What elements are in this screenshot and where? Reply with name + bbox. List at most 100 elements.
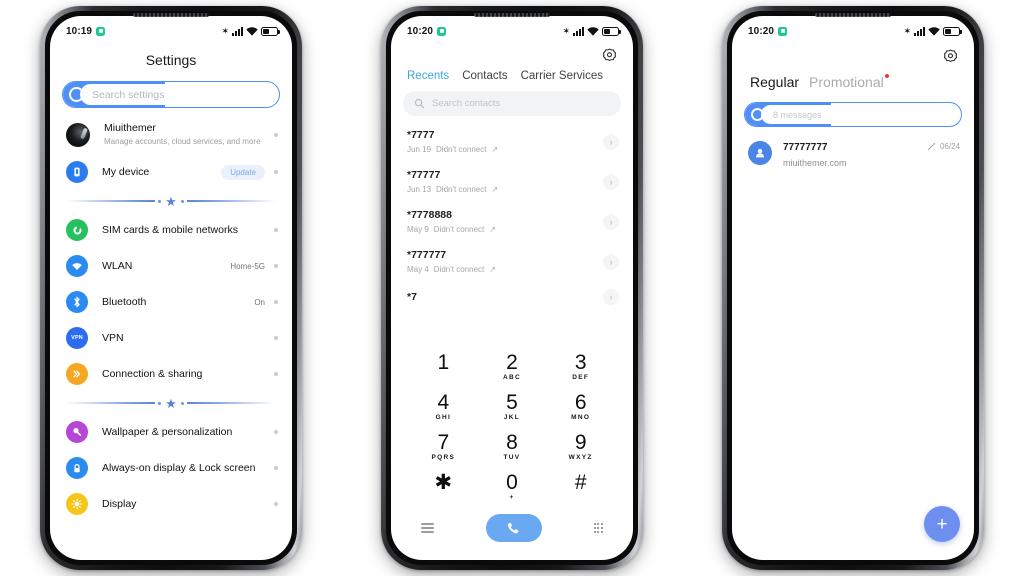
bluetooth-icon: ✶ <box>903 25 911 36</box>
messages-tabs: Regular Promotional <box>732 64 974 90</box>
settings-button[interactable] <box>391 40 633 63</box>
sidebar-item-connection-sharing[interactable]: Connection & sharing <box>50 356 292 392</box>
phone-device-settings: 10:19 ✶ Settings Search settings Miuithe… <box>40 6 302 570</box>
phone-device-dialer: 10:20 ✶ Recents Contacts Carrier Service… <box>381 6 643 570</box>
tab-recents[interactable]: Recents <box>407 70 449 82</box>
search-input[interactable]: 8 messages <box>744 102 962 127</box>
sidebar-item-sim-cards[interactable]: SIM cards & mobile networks <box>50 212 292 248</box>
item-label: My device <box>102 165 150 178</box>
gear-icon <box>602 48 617 61</box>
search-icon <box>414 98 425 109</box>
lock-icon <box>66 457 88 479</box>
dialpad-key-6[interactable]: 6 MNO <box>546 388 615 426</box>
chevron-right-icon[interactable]: › <box>603 134 619 150</box>
key-letters: ABC <box>503 374 521 381</box>
settings-button[interactable] <box>732 40 974 64</box>
call-button[interactable] <box>485 514 542 542</box>
update-badge[interactable]: Update <box>221 164 265 180</box>
call-log-row[interactable]: *7 › <box>391 282 633 312</box>
key-letters: JKL <box>503 414 521 421</box>
item-value: On <box>254 297 265 307</box>
dialpad-key-9[interactable]: 9 WXYZ <box>546 428 615 466</box>
outgoing-arrow-icon: ↗ <box>489 265 496 274</box>
item-text: SIM cards & mobile networks <box>102 224 274 237</box>
dialpad: 1 2 ABC 3 DEF 4 GHI 5 JKL 6 MNO 7 PQRS 8… <box>391 348 633 506</box>
status-bar-right: ✶ <box>221 26 280 36</box>
dialpad-key-hash[interactable]: # <box>546 468 615 506</box>
key-digit: 6 <box>574 391 587 414</box>
dialpad-key-8[interactable]: 8 TUV <box>478 428 547 466</box>
chevron-dot-icon <box>274 336 278 340</box>
status-bar-left: 10:20 <box>407 26 447 37</box>
dialpad-key-2[interactable]: 2 ABC <box>478 348 547 386</box>
battery-icon <box>943 26 962 36</box>
search-circle-icon <box>69 87 84 102</box>
hamburger-menu-icon[interactable] <box>421 521 434 535</box>
thread-text: 77777777 miuithemer.com <box>783 141 927 169</box>
connection-sharing-icon <box>66 363 88 385</box>
chevron-dot-icon <box>274 502 278 506</box>
chevron-dot-icon <box>274 228 278 232</box>
dialpad-key-7[interactable]: 7 PQRS <box>409 428 478 466</box>
person-avatar-icon <box>748 141 772 165</box>
item-label: SIM cards & mobile networks <box>102 223 238 236</box>
dialpad-key-5[interactable]: 5 JKL <box>478 388 547 426</box>
sidebar-item-wlan[interactable]: WLAN Home-5G <box>50 248 292 284</box>
account-avatar <box>66 122 90 147</box>
battery-icon <box>261 26 280 36</box>
key-letters: MNO <box>571 414 591 421</box>
sidebar-item-vpn[interactable]: VPN VPN <box>50 320 292 356</box>
chevron-right-icon[interactable]: › <box>603 254 619 270</box>
unread-badge-dot <box>884 74 889 78</box>
item-label: VPN <box>102 331 124 344</box>
search-input[interactable]: Search contacts <box>403 91 621 116</box>
chevron-right-icon[interactable]: › <box>603 289 619 305</box>
item-text: My device <box>102 166 221 179</box>
sidebar-item-my-device[interactable]: My device Update <box>50 154 292 190</box>
earpiece-speaker <box>474 13 550 17</box>
item-sublabel: Manage accounts, cloud services, and mor… <box>104 137 261 146</box>
sidebar-item-miuithemer[interactable]: Miuithemer Manage accounts, cloud servic… <box>50 115 292 154</box>
message-thread-row[interactable]: 77777777 miuithemer.com 06/24 <box>732 127 974 169</box>
new-message-fab[interactable]: + <box>924 506 960 542</box>
thread-preview: miuithemer.com <box>783 158 847 168</box>
dialpad-key-0[interactable]: 0 + <box>478 468 547 506</box>
sidebar-item-wallpaper[interactable]: Wallpaper & personalization <box>50 414 292 450</box>
sidebar-item-bluetooth[interactable]: Bluetooth On <box>50 284 292 320</box>
dialpad-key-star[interactable]: ✱ <box>409 468 478 506</box>
search-input[interactable]: Search settings <box>62 81 280 108</box>
signal-bars-icon <box>914 26 925 36</box>
call-log-row[interactable]: *7778888 May 9 Didn't connect ↗ › <box>391 202 633 242</box>
tab-carrier-services[interactable]: Carrier Services <box>521 70 603 82</box>
tab-regular[interactable]: Regular <box>750 74 799 90</box>
chevron-right-icon[interactable]: › <box>603 214 619 230</box>
chevron-dot-icon <box>274 264 278 268</box>
status-bar-left: 10:20 <box>748 26 788 37</box>
sidebar-item-always-on-display[interactable]: Always-on display & Lock screen <box>50 450 292 486</box>
chevron-right-icon[interactable]: › <box>603 174 619 190</box>
call-log-row[interactable]: *7777 Jun 19 Didn't connect ↗ › <box>391 122 633 162</box>
item-label: Display <box>102 497 137 510</box>
phone-screen-settings: 10:19 ✶ Settings Search settings Miuithe… <box>50 16 292 560</box>
phone-screen-dialer: 10:20 ✶ Recents Contacts Carrier Service… <box>391 16 633 560</box>
tab-contacts[interactable]: Contacts <box>462 70 507 82</box>
dialpad-key-4[interactable]: 4 GHI <box>409 388 478 426</box>
call-number: *777777 <box>407 249 447 261</box>
item-label: WLAN <box>102 259 133 272</box>
key-letters: TUV <box>503 454 521 461</box>
status-bar: 10:19 ✶ <box>50 16 292 40</box>
call-text: *7777 Jun 19 Didn't connect ↗ <box>407 129 603 155</box>
call-log-row[interactable]: *777777 May 4 Didn't connect ↗ › <box>391 242 633 282</box>
tab-promotional[interactable]: Promotional <box>809 74 889 90</box>
dialpad-key-1[interactable]: 1 <box>409 348 478 386</box>
key-digit: 5 <box>506 391 518 414</box>
key-digit: 8 <box>506 431 518 454</box>
sidebar-item-display[interactable]: Display <box>50 486 292 522</box>
sim-card-icon <box>66 219 88 241</box>
call-date: Jun 13 <box>407 185 432 194</box>
outgoing-arrow-icon: ↗ <box>489 225 496 234</box>
dialpad-key-3[interactable]: 3 DEF <box>546 348 615 386</box>
dialpad-grid-icon[interactable] <box>593 523 603 533</box>
call-log-row[interactable]: *77777 Jun 13 Didn't connect ↗ › <box>391 162 633 202</box>
call-number: *7 <box>407 290 417 303</box>
